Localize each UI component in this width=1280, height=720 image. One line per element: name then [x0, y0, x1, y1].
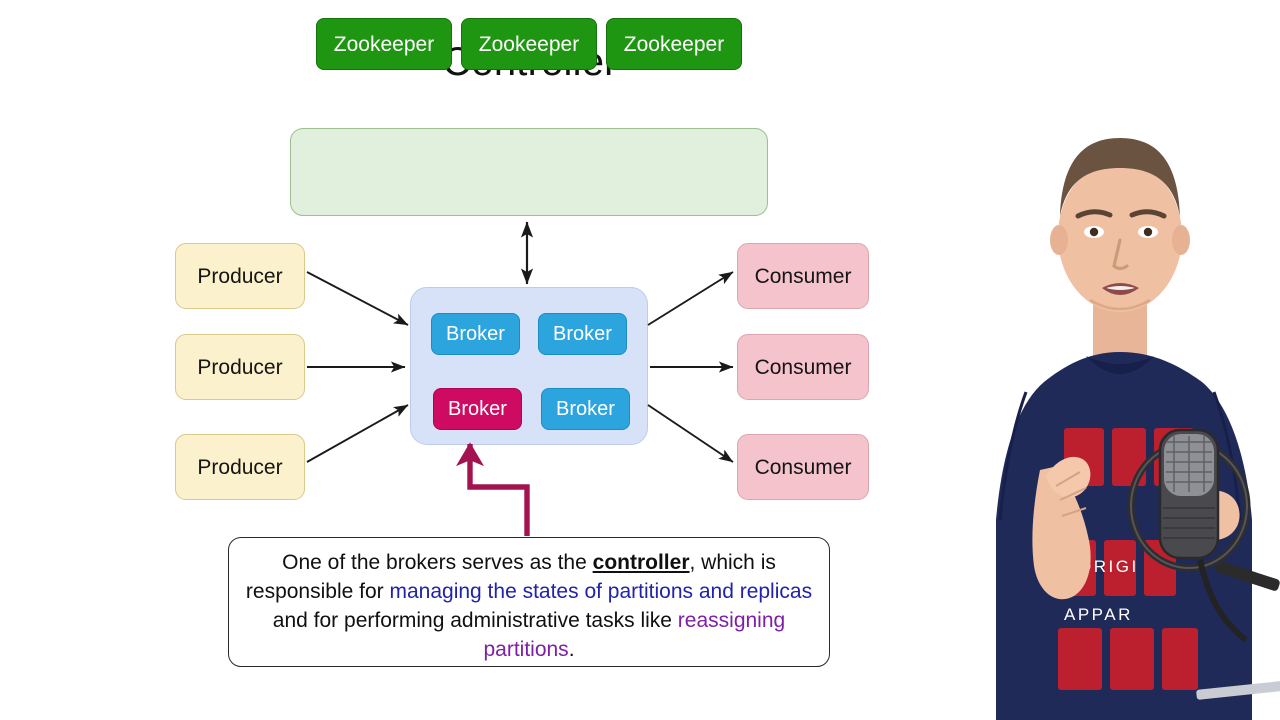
- zookeeper-node-2[interactable]: Zookeeper: [461, 18, 597, 70]
- broker-node-1[interactable]: Broker: [431, 313, 520, 355]
- broker-node-2[interactable]: Broker: [538, 313, 627, 355]
- controller-caption-box: One of the brokers serves as the control…: [228, 537, 830, 667]
- zookeeper-node-2-label: Zookeeper: [478, 32, 580, 56]
- caption-seg-5: and for performing administrative tasks …: [272, 609, 678, 632]
- broker-node-controller-label: Broker: [448, 398, 507, 420]
- producer-node-2[interactable]: Producer: [175, 334, 305, 400]
- consumer-node-1[interactable]: Consumer: [737, 243, 869, 309]
- consumer-node-2-label: Consumer: [754, 355, 852, 379]
- broker-node-controller[interactable]: Broker: [433, 388, 522, 430]
- producer-node-3[interactable]: Producer: [175, 434, 305, 500]
- caption-seg-1: One of the brokers serves as the: [282, 551, 593, 574]
- producer-node-2-label: Producer: [197, 355, 283, 379]
- caption-seg-7: .: [568, 638, 575, 661]
- presenter-video-overlay: ORIGI APPAR: [960, 0, 1280, 720]
- broker-node-4[interactable]: Broker: [541, 388, 630, 430]
- zookeeper-node-3[interactable]: Zookeeper: [606, 18, 742, 70]
- producer-3-connector: [306, 404, 409, 463]
- consumer-node-3[interactable]: Consumer: [737, 434, 869, 500]
- controller-callout-connector: [455, 442, 530, 536]
- zookeeper-node-1[interactable]: Zookeeper: [316, 18, 452, 70]
- slide-canvas: Controller Zookeeper Zookeeper Zookeeper…: [0, 0, 1280, 720]
- consumer-1-connector: [647, 271, 734, 326]
- consumer-3-connector: [647, 404, 734, 463]
- producer-1-connector: [306, 271, 409, 326]
- consumer-node-1-label: Consumer: [754, 264, 852, 288]
- broker-node-1-label: Broker: [446, 323, 505, 345]
- caption-controller-term: controller: [592, 551, 690, 574]
- presenter-figure: ORIGI APPAR: [960, 0, 1280, 720]
- zookeeper-node-1-label: Zookeeper: [333, 32, 435, 56]
- consumer-node-3-label: Consumer: [754, 455, 852, 479]
- producer-node-1-label: Producer: [197, 264, 283, 288]
- broker-node-2-label: Broker: [553, 323, 612, 345]
- zookeeper-cluster-group: [290, 128, 768, 216]
- consumer-node-2[interactable]: Consumer: [737, 334, 869, 400]
- producer-node-3-label: Producer: [197, 455, 283, 479]
- zookeeper-node-3-label: Zookeeper: [623, 32, 725, 56]
- producer-node-1[interactable]: Producer: [175, 243, 305, 309]
- svg-text:APPAR: APPAR: [1064, 605, 1133, 624]
- caption-blue-phrase: managing the states of partitions and re…: [389, 580, 813, 603]
- broker-node-4-label: Broker: [556, 398, 615, 420]
